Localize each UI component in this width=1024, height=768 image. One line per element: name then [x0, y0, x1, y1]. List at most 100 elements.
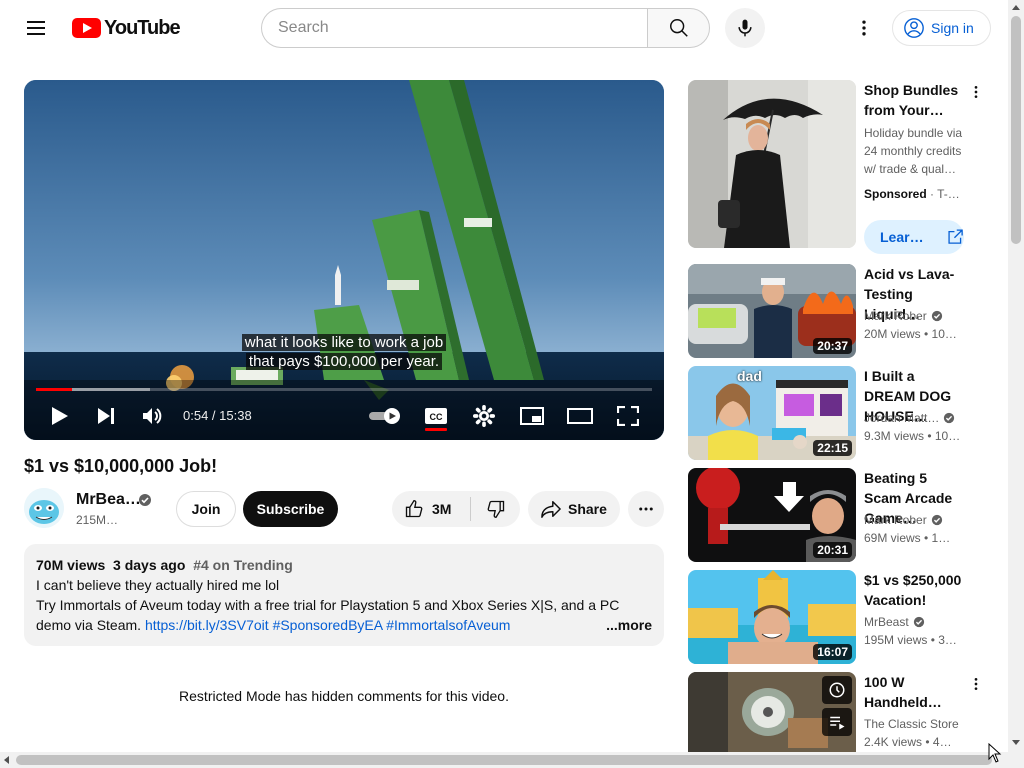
scroll-up-arrow-icon[interactable] — [1012, 5, 1020, 10]
progress-bar[interactable] — [36, 388, 652, 391]
ad-thumbnail-image — [688, 80, 856, 248]
like-count: 3M — [432, 501, 452, 517]
channel-label: Mark Rober — [864, 513, 927, 527]
share-button[interactable]: Share — [528, 491, 620, 527]
mic-icon — [738, 19, 752, 37]
recommendation-channel[interactable]: MrBeast — [864, 615, 974, 629]
description-more-button[interactable]: ...more — [584, 615, 652, 635]
sign-in-button[interactable]: Sign in — [892, 10, 991, 46]
recommendation-title[interactable]: I Built a DREAM DOG HOUSE… — [864, 366, 968, 424]
view-count: 70M views — [36, 557, 106, 573]
like-dislike-group: 3M — [392, 491, 520, 527]
join-button[interactable]: Join — [176, 491, 236, 527]
volume-icon — [143, 408, 162, 424]
autoplay-toggle[interactable] — [367, 400, 403, 432]
watch-later-icon — [829, 682, 845, 698]
recommendation-title[interactable]: Acid vs Lava-Testing Liquid… — [864, 264, 968, 322]
subscribe-button[interactable]: Subscribe — [243, 491, 338, 527]
more-actions-button[interactable] — [628, 491, 664, 527]
like-button[interactable]: 3M — [392, 497, 471, 521]
search-input[interactable] — [261, 8, 647, 48]
account-circle-icon — [904, 18, 924, 38]
verified-check-icon — [931, 514, 942, 526]
video-thumbnail[interactable] — [688, 672, 856, 752]
mute-button[interactable] — [137, 400, 169, 432]
recommendation-channel[interactable]: The Classic Store — [864, 717, 974, 731]
video-duration: 20:31 — [813, 542, 852, 558]
video-duration: 16:07 — [813, 644, 852, 660]
add-to-queue-icon — [830, 716, 845, 730]
channel-label: MrBeast — [864, 615, 909, 629]
ad-card[interactable]: Shop Bundles from Your… Holiday bundle v… — [688, 80, 988, 254]
search-box — [261, 8, 710, 48]
recommendation-title[interactable]: $1 vs $250,000 Vacation! — [864, 570, 968, 610]
ad-learn-more-button[interactable]: Lear… — [864, 220, 964, 254]
dislike-button[interactable] — [471, 491, 520, 527]
hashtag-link[interactable]: #SponsoredByEA — [273, 617, 383, 633]
vertical-scrollbar-thumb[interactable] — [1011, 16, 1021, 244]
recommendation-item[interactable]: 20:37 Acid vs Lava-Testing Liquid… Mark … — [688, 264, 988, 358]
verified-check-icon — [913, 616, 924, 628]
recommendation-item[interactable]: 100 W Handheld… The Classic Store 2.4K v… — [688, 672, 988, 752]
recommendation-item[interactable]: 20:31 Beating 5 Scam Arcade Game… Mark R… — [688, 468, 988, 562]
hashtag-link[interactable]: #ImmortalsofAveum — [386, 617, 510, 633]
subtitles-active-indicator — [425, 428, 447, 431]
recommendation-meta: 69M views • 1… — [864, 531, 951, 545]
recommendation-channel[interactable]: Mark Rober — [864, 513, 974, 527]
video-thumbnail[interactable]: dad 22:15 — [688, 366, 856, 460]
channel-label: Mark Rober — [864, 309, 927, 323]
video-thumbnail[interactable]: 16:07 — [688, 570, 856, 664]
vertical-scrollbar[interactable] — [1008, 0, 1024, 752]
video-thumbnail[interactable]: 20:37 — [688, 264, 856, 358]
video-thumbnail[interactable]: 20:31 — [688, 468, 856, 562]
search-button[interactable] — [647, 8, 710, 48]
channel-avatar[interactable] — [24, 488, 64, 528]
progress-played — [36, 388, 72, 391]
ad-menu-button[interactable] — [964, 80, 988, 104]
recommendation-channel[interactable]: Mark Rober — [864, 309, 974, 323]
recommendation-title[interactable]: 100 W Handheld… — [864, 672, 968, 712]
ad-title[interactable]: Shop Bundles from Your… — [864, 80, 968, 120]
svg-text:CC: CC — [430, 412, 443, 422]
horizontal-scrollbar[interactable] — [0, 752, 1024, 768]
verified-check-icon — [944, 412, 955, 424]
channel-label: The Classic Store — [864, 717, 959, 731]
miniplayer-icon — [520, 407, 544, 425]
recommendation-channel[interactable]: Jordan Matt… — [864, 411, 974, 425]
recommendation-item[interactable]: 16:07 $1 vs $250,000 Vacation! MrBeast 1… — [688, 570, 988, 664]
scroll-down-arrow-icon[interactable] — [1012, 740, 1020, 745]
recommendation-meta: 9.3M views • 10… — [864, 429, 961, 443]
youtube-logo[interactable]: YouTube — [72, 17, 181, 39]
ad-thumbnail[interactable] — [688, 80, 856, 248]
recommendation-menu-button[interactable] — [964, 672, 988, 696]
next-button[interactable] — [90, 400, 122, 432]
play-button[interactable] — [44, 400, 76, 432]
description-link[interactable]: https://bit.ly/3SV7oit — [145, 617, 269, 633]
subtitles-icon: CC — [425, 408, 447, 424]
theater-mode-button[interactable] — [564, 400, 596, 432]
video-frame — [24, 80, 664, 440]
sponsored-label: Sponsored — [864, 187, 927, 201]
voice-search-button[interactable] — [725, 8, 765, 48]
add-to-queue-button[interactable] — [822, 708, 852, 736]
more-vert-icon — [862, 20, 866, 36]
description-box[interactable]: 70M views 3 days ago #4 on Trending I ca… — [24, 544, 664, 646]
watch-later-button[interactable] — [822, 676, 852, 704]
horizontal-scrollbar-thumb[interactable] — [16, 755, 992, 765]
fullscreen-button[interactable] — [612, 400, 644, 432]
menu-icon[interactable] — [16, 8, 56, 48]
verified-check-icon — [931, 310, 942, 322]
video-duration: 20:37 — [813, 338, 852, 354]
trending-badge[interactable]: #4 on Trending — [193, 557, 293, 573]
miniplayer-button[interactable] — [516, 400, 548, 432]
play-icon — [52, 407, 68, 425]
theater-mode-icon — [567, 408, 593, 424]
recommendation-title[interactable]: Beating 5 Scam Arcade Game… — [864, 468, 968, 526]
channel-name[interactable]: MrBea… — [76, 491, 141, 509]
settings-menu-button[interactable] — [844, 8, 884, 48]
scroll-left-arrow-icon[interactable] — [4, 756, 9, 764]
recommendation-item[interactable]: dad 22:15 I Built a DREAM DOG HOUSE… Jor… — [688, 366, 988, 460]
open-external-icon — [947, 229, 963, 244]
video-player[interactable]: what it looks like to work a job that pa… — [24, 80, 664, 440]
settings-button[interactable] — [468, 400, 500, 432]
